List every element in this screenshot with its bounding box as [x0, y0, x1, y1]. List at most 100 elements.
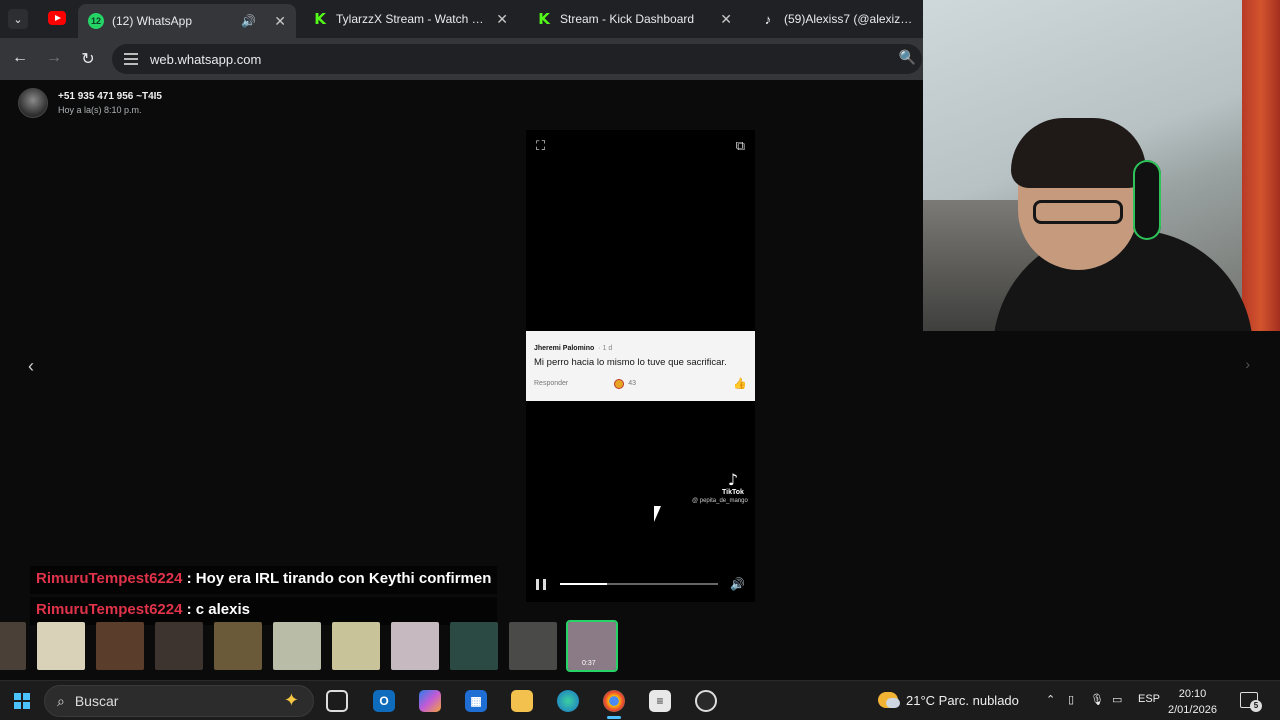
task-view-icon[interactable]	[326, 690, 348, 712]
avatar[interactable]	[18, 88, 48, 118]
media-thumbnail[interactable]: 0:37	[566, 620, 618, 672]
curtain	[1242, 0, 1280, 331]
close-tab-icon[interactable]: ✕	[712, 11, 732, 28]
media-thumbnail[interactable]	[332, 622, 380, 670]
notification-icon[interactable]: 5	[1240, 692, 1262, 712]
zoom-icon[interactable]: 🔍	[899, 49, 916, 66]
media-thumbnail[interactable]	[155, 622, 203, 670]
chat-username: RimuruTempest6224	[36, 570, 183, 587]
site-settings-icon[interactable]	[124, 53, 138, 65]
edge-icon[interactable]	[557, 690, 579, 712]
video-player[interactable]: ⛶ ⧉ Jheremi Palomino · 1 d Mi perro hacia…	[526, 130, 755, 602]
tiktok-watermark: ♪ TikTok	[722, 470, 744, 496]
weather-text: 21°C Parc. nublado	[906, 692, 1019, 708]
tab-kick-dashboard[interactable]: K Stream - Kick Dashboard ✕	[526, 4, 742, 34]
tiktok-handle: @ pepita_de_mango	[692, 498, 748, 504]
address-bar[interactable]: web.whatsapp.com 🔍	[112, 44, 922, 74]
previous-media-icon[interactable]: ‹	[28, 356, 34, 377]
clock-time: 20:10	[1178, 688, 1207, 700]
weather-widget[interactable]: 21°C Parc. nublado	[878, 692, 1019, 708]
sender-info[interactable]: +51 935 471 956 ~T4I5 Hoy a la(s) 8:10 p…	[18, 88, 162, 118]
close-tab-icon[interactable]: ✕	[488, 11, 508, 28]
browser-tab-strip: ⌄ 12 (12) WhatsApp 🔊 ✕ K TylarzzX Stream…	[0, 0, 924, 38]
clock-date: 2/01/2026	[1168, 704, 1217, 716]
mouse-cursor-icon	[654, 506, 661, 522]
comment-age: · 1 d	[598, 345, 613, 352]
browser-toolbar: ← → ↻ web.whatsapp.com 🔍	[0, 38, 924, 80]
emoji-icon	[614, 378, 625, 389]
notification-count: 5	[1250, 700, 1262, 712]
media-thumbnail[interactable]	[96, 622, 144, 670]
notepad-icon[interactable]: ≡	[649, 690, 671, 712]
pause-icon[interactable]	[536, 578, 546, 590]
media-thumbnail[interactable]	[37, 622, 85, 670]
close-tab-icon[interactable]: ✕	[266, 13, 286, 30]
url-text: web.whatsapp.com	[150, 51, 262, 67]
chrome-icon[interactable]	[603, 690, 625, 719]
windows-start-icon[interactable]	[14, 693, 30, 709]
media-thumbnail[interactable]	[509, 622, 557, 670]
tiktok-icon: ♪	[764, 11, 772, 27]
comment-text: Mi perro hacia lo mismo lo tuve que sacr…	[534, 357, 727, 368]
picture-in-picture-icon[interactable]: ⧉	[736, 138, 745, 154]
search-label: Buscar	[74, 693, 119, 709]
kick-icon: K	[314, 10, 326, 28]
speaker-icon[interactable]: 🔊	[241, 14, 256, 28]
media-thumbnail[interactable]	[391, 622, 439, 670]
taskbar-search[interactable]: ⌕ Buscar ✦	[44, 685, 314, 717]
person-hair	[1011, 118, 1146, 188]
seek-bar[interactable]	[560, 583, 719, 585]
tab-title: (59)Alexiss7 (@alexizzz7_) | Ti	[784, 12, 914, 26]
store-icon[interactable]: ▦	[465, 690, 487, 712]
youtube-pinned-tab-icon[interactable]	[48, 11, 66, 25]
thumbnail-duration: 0:37	[582, 660, 596, 667]
copilot-icon[interactable]	[419, 690, 441, 712]
tab-whatsapp[interactable]: 12 (12) WhatsApp 🔊 ✕	[78, 4, 296, 38]
screen: ⌄ 12 (12) WhatsApp 🔊 ✕ K TylarzzX Stream…	[0, 0, 1280, 720]
system-clock[interactable]: 20:10 2/01/2026	[1168, 686, 1217, 718]
tab-search-dropdown-icon[interactable]: ⌄	[8, 9, 28, 29]
chat-username: RimuruTempest6224	[36, 601, 183, 618]
outlook-icon[interactable]: O	[373, 690, 395, 712]
kick-icon: K	[538, 10, 550, 28]
chevron-up-icon[interactable]: ⌃	[1046, 693, 1055, 706]
language-indicator[interactable]: ESP	[1138, 693, 1160, 705]
tiktok-icon: ♪	[727, 470, 739, 489]
media-thumbnail[interactable]	[273, 622, 321, 670]
stream-chat-overlay: RimuruTempest6224 : Hoy era IRL tirando …	[30, 566, 498, 628]
comment-likes: 43	[628, 380, 637, 387]
forward-icon[interactable]: →	[44, 49, 64, 67]
tab-title: (12) WhatsApp	[112, 14, 193, 28]
weather-icon	[878, 692, 900, 708]
tab-tiktok[interactable]: ♪ (59)Alexiss7 (@alexizzz7_) | Ti	[750, 4, 924, 34]
file-explorer-icon[interactable]	[511, 690, 533, 712]
sender-time: Hoy a la(s) 8:10 p.m.	[58, 105, 142, 115]
microphone-icon[interactable]: 🎙	[1090, 693, 1104, 706]
back-icon[interactable]: ←	[10, 49, 30, 67]
tiktok-comment-card: Jheremi Palomino · 1 d Mi perro hacia lo …	[526, 331, 755, 401]
seek-progress	[560, 583, 608, 585]
media-thumbnail[interactable]	[214, 622, 262, 670]
next-media-icon[interactable]: ›	[1245, 356, 1250, 372]
copilot-sparkle-icon: ✦	[283, 690, 299, 710]
obs-icon[interactable]	[695, 690, 717, 712]
chat-text: : Hoy era IRL tirando con Keythi confirm…	[186, 570, 492, 587]
windows-taskbar: ⌕ Buscar ✦ O ▦ ≡ 21°C Parc. nublado ⌃ ▯ …	[0, 680, 1280, 720]
media-thumbnail[interactable]	[0, 622, 26, 670]
comment-reply-label: Responder	[534, 380, 569, 387]
reload-icon[interactable]: ↻	[78, 49, 98, 69]
fullscreen-icon[interactable]: ⛶	[536, 138, 545, 154]
sender-name: +51 935 471 956 ~T4I5	[58, 91, 162, 102]
volume-icon[interactable]: 🔊	[730, 577, 745, 591]
comment-author: Jheremi Palomino	[534, 345, 595, 352]
media-thumbnail-strip: 0:37	[0, 620, 627, 672]
network-icon[interactable]: ▭	[1112, 693, 1122, 706]
media-thumbnail[interactable]	[450, 622, 498, 670]
glasses	[1033, 200, 1123, 224]
chat-message: RimuruTempest6224 : Hoy era IRL tirando …	[30, 566, 498, 594]
usb-icon[interactable]: ▯	[1068, 693, 1074, 706]
tiktok-word: TikTok	[722, 489, 744, 496]
video-controls: 🔊	[526, 570, 755, 598]
search-icon: ⌕	[57, 692, 65, 709]
tab-tylarzzx-stream[interactable]: K TylarzzX Stream - Watch Live on ✕	[302, 4, 518, 34]
